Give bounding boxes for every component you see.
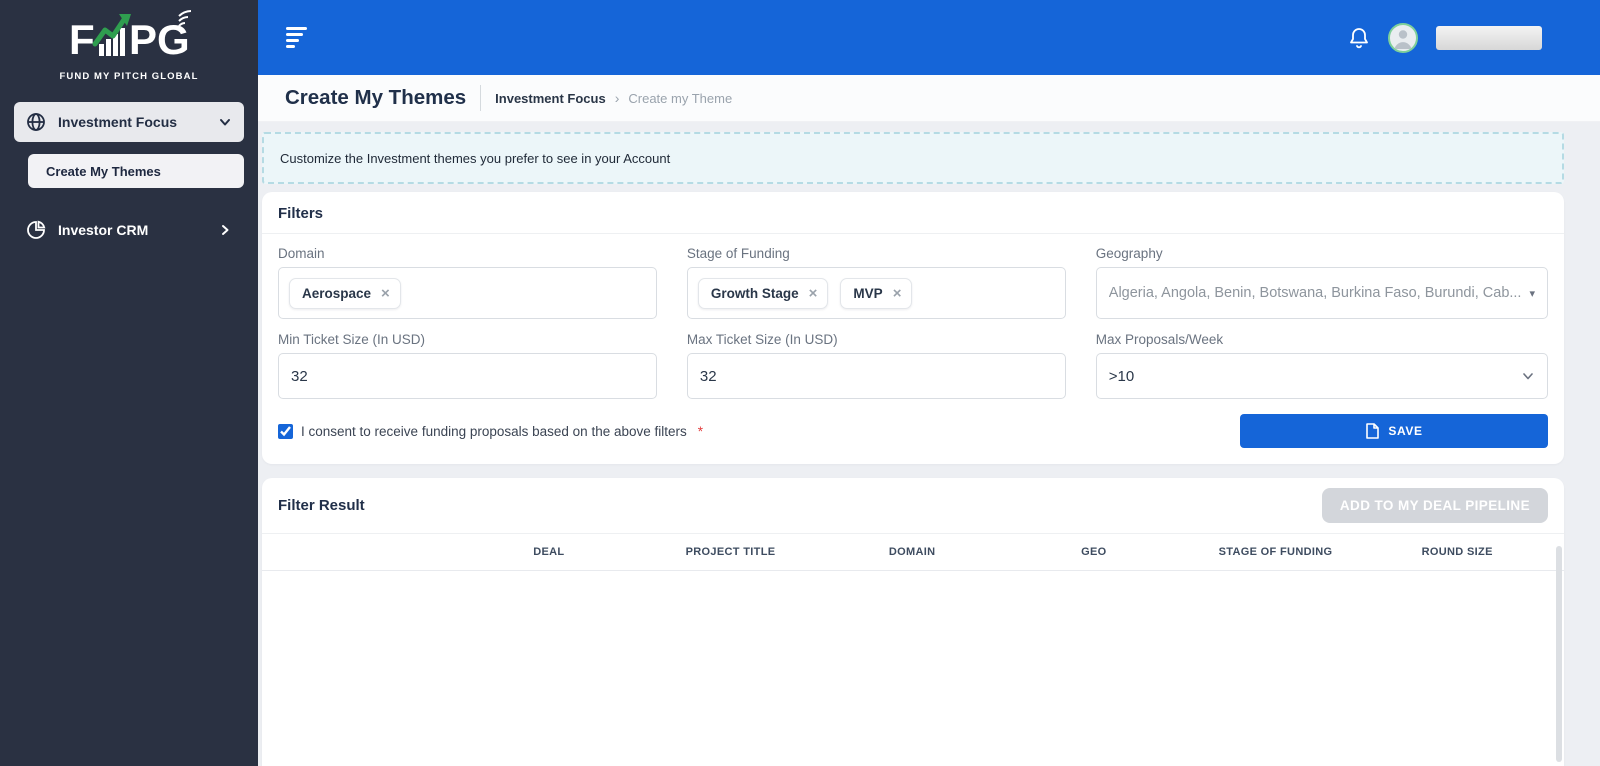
sidebar-subitem-label: Create My Themes xyxy=(46,163,161,179)
chip-remove-icon[interactable]: × xyxy=(381,286,390,301)
user-name-placeholder[interactable] xyxy=(1436,25,1542,50)
sidebar-item-label: Investor CRM xyxy=(58,222,149,238)
main-content: Customize the Investment themes you pref… xyxy=(258,122,1600,766)
min-ticket-input[interactable] xyxy=(278,353,657,399)
globe-icon xyxy=(27,113,45,131)
save-button-label: SAVE xyxy=(1388,424,1423,438)
info-banner: Customize the Investment themes you pref… xyxy=(262,132,1564,184)
required-asterisk: * xyxy=(697,423,704,439)
geography-select[interactable]: Algeria, Angola, Benin, Botswana, Burkin… xyxy=(1095,267,1548,319)
pie-chart-icon xyxy=(27,220,46,239)
max-proposals-field: Max Proposals/Week >10 xyxy=(1095,332,1548,399)
stage-field: Stage of Funding Growth Stage × MVP × xyxy=(686,246,1066,319)
save-button[interactable]: SAVE xyxy=(1240,414,1548,448)
column-header-stage-of-funding: STAGE OF FUNDING xyxy=(1218,546,1333,558)
sidebar-item-investment-focus[interactable]: Investment Focus xyxy=(14,102,244,142)
table-scrollbar[interactable] xyxy=(1556,546,1562,762)
fmpg-logo-icon: F PG xyxy=(69,10,192,63)
page-title: Create My Themes xyxy=(285,86,467,109)
page-header: Create My Themes Investment Focus › Crea… xyxy=(258,75,1600,122)
logo: F PG FUND MY PITCH GLOBAL xyxy=(0,0,258,82)
menu-toggle-icon[interactable] xyxy=(286,27,307,48)
app-window: F PG FUND MY PITCH GLOBAL Investment Foc xyxy=(0,0,1600,766)
sidebar-item-investor-crm[interactable]: Investor CRM xyxy=(14,212,244,248)
column-header-project-title: PROJECT TITLE xyxy=(685,546,776,558)
caret-down-icon: ▾ xyxy=(1529,287,1535,300)
chip-label: Aerospace xyxy=(302,285,372,301)
column-header-deal: DEAL xyxy=(533,546,565,558)
min-ticket-field: Min Ticket Size (In USD) xyxy=(278,332,657,399)
chip-label: MVP xyxy=(853,285,883,301)
filters-title: Filters xyxy=(262,192,1564,234)
max-proposals-label: Max Proposals/Week xyxy=(1095,332,1224,347)
geography-value: Algeria, Angola, Benin, Botswana, Burkin… xyxy=(1108,285,1522,301)
results-table-header: DEAL PROJECT TITLE DOMAIN GEO STAGE OF F… xyxy=(262,534,1564,571)
add-to-deal-pipeline-button[interactable]: ADD TO MY DEAL PIPELINE xyxy=(1321,488,1548,523)
stage-multiselect[interactable]: Growth Stage × MVP × xyxy=(686,267,1066,319)
title-divider xyxy=(480,85,482,111)
breadcrumb: Investment Focus › Create my Theme xyxy=(495,90,732,106)
notifications-bell-icon[interactable] xyxy=(1348,26,1370,50)
results-table-body-empty xyxy=(262,571,1564,751)
geography-label: Geography xyxy=(1095,246,1163,261)
min-ticket-label: Min Ticket Size (In USD) xyxy=(278,332,426,347)
chip-remove-icon[interactable]: × xyxy=(809,286,818,301)
sidebar: F PG FUND MY PITCH GLOBAL Investment Foc xyxy=(0,0,258,766)
domain-label: Domain xyxy=(278,246,325,261)
chevron-down-icon xyxy=(218,115,232,129)
filters-card: Filters Domain Aerospace × Stage of Fund… xyxy=(262,192,1564,464)
filter-result-card: Filter Result ADD TO MY DEAL PIPELINE DE… xyxy=(262,478,1564,766)
domain-chip: Aerospace × xyxy=(289,277,401,309)
breadcrumb-parent[interactable]: Investment Focus xyxy=(495,91,606,106)
info-banner-text: Customize the Investment themes you pref… xyxy=(280,150,671,166)
stage-chip: Growth Stage × xyxy=(697,277,829,309)
user-avatar[interactable] xyxy=(1388,22,1418,53)
column-header-domain: DOMAIN xyxy=(888,546,936,558)
svg-text:PG: PG xyxy=(129,16,190,63)
domain-multiselect[interactable]: Aerospace × xyxy=(278,267,657,319)
sidebar-item-label: Investment Focus xyxy=(58,114,178,130)
chevron-right-icon xyxy=(218,223,232,237)
max-proposals-select[interactable]: >10 xyxy=(1095,353,1548,399)
chevron-down-icon xyxy=(1523,373,1533,380)
max-proposals-value: >10 xyxy=(1108,367,1135,385)
max-ticket-input[interactable] xyxy=(686,353,1066,399)
domain-field: Domain Aerospace × xyxy=(278,246,657,319)
topbar xyxy=(258,0,1600,75)
breadcrumb-current: Create my Theme xyxy=(628,90,733,106)
breadcrumb-separator-icon: › xyxy=(614,90,620,106)
chip-label: Growth Stage xyxy=(710,285,799,301)
consent-row: I consent to receive funding proposals b… xyxy=(278,423,704,439)
logo-subtitle: FUND MY PITCH GLOBAL xyxy=(59,71,199,82)
column-header-round-size: ROUND SIZE xyxy=(1421,546,1493,558)
consent-label: I consent to receive funding proposals b… xyxy=(301,423,687,439)
filter-result-title: Filter Result xyxy=(278,497,365,514)
column-header-geo: GEO xyxy=(1081,546,1107,558)
consent-checkbox[interactable] xyxy=(278,423,293,439)
sidebar-item-create-my-themes[interactable]: Create My Themes xyxy=(28,154,244,188)
stage-label: Stage of Funding xyxy=(686,246,790,261)
geography-field: Geography Algeria, Angola, Benin, Botswa… xyxy=(1095,246,1548,319)
max-ticket-label: Max Ticket Size (In USD) xyxy=(686,332,838,347)
svg-text:F: F xyxy=(69,16,95,63)
max-ticket-field: Max Ticket Size (In USD) xyxy=(686,332,1066,399)
chip-remove-icon[interactable]: × xyxy=(893,286,902,301)
stage-chip: MVP × xyxy=(840,277,913,309)
document-icon xyxy=(1366,423,1380,439)
person-icon xyxy=(1394,29,1412,49)
